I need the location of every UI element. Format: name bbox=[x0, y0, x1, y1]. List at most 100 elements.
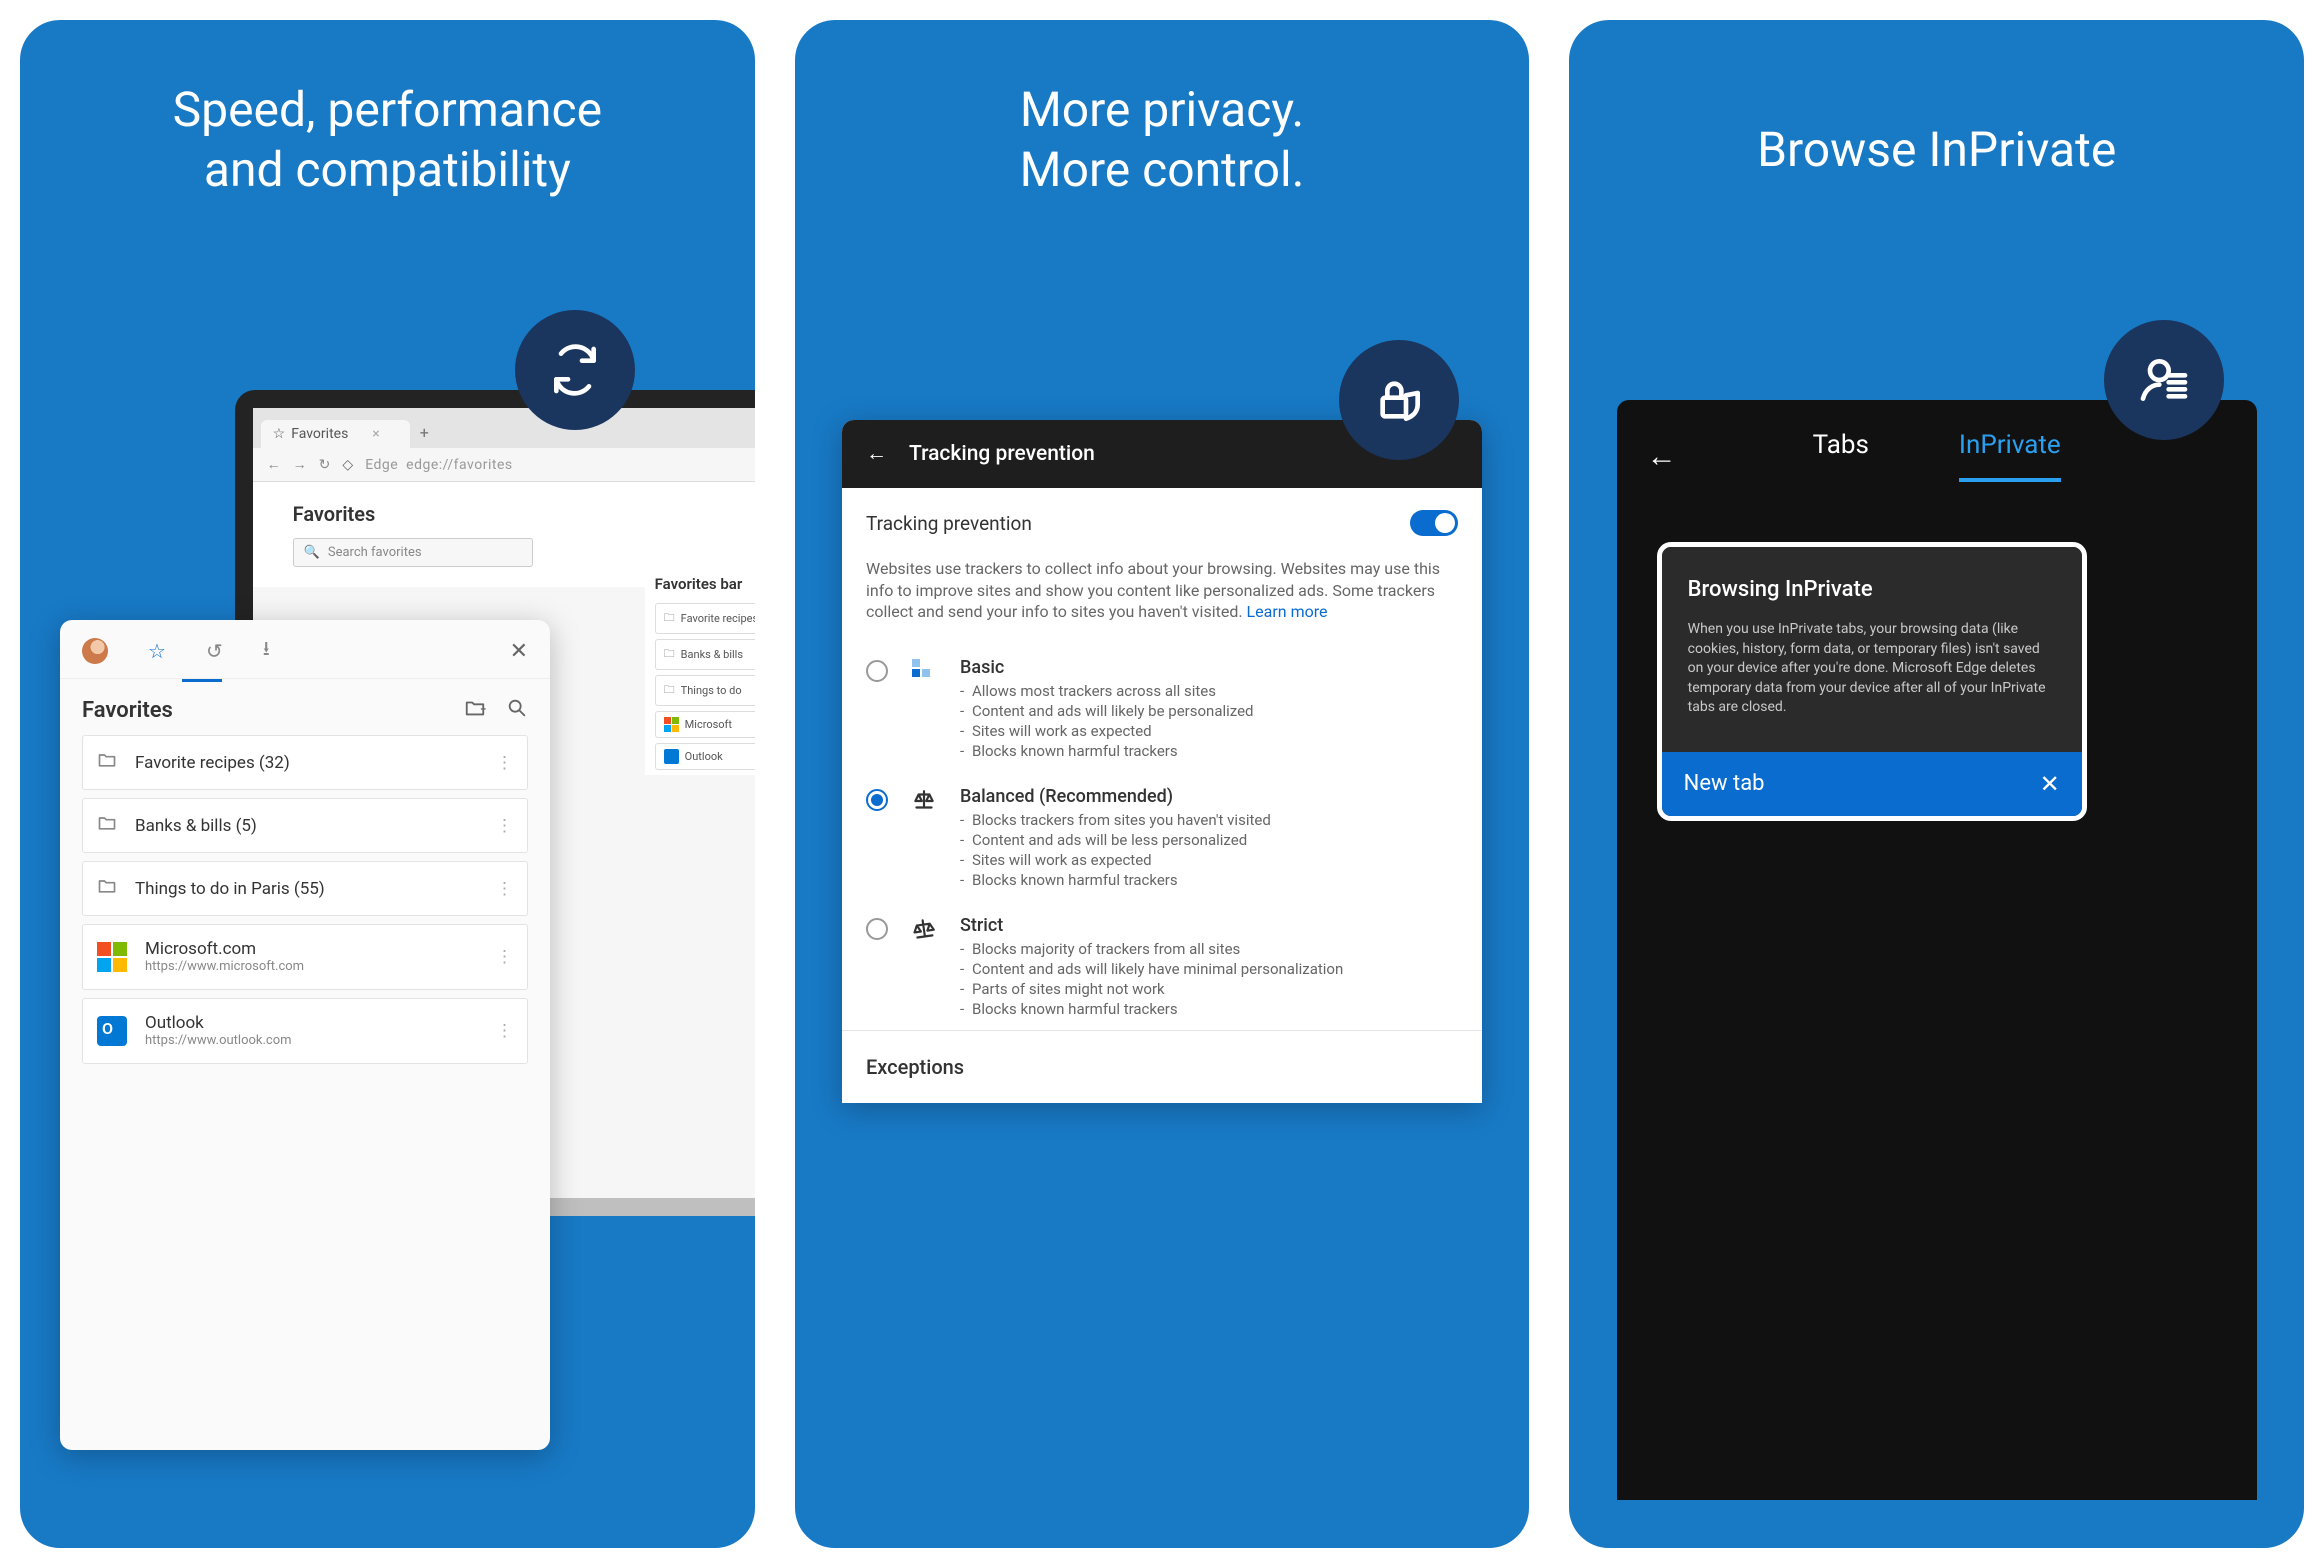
tabs-tab[interactable]: Tabs bbox=[1813, 430, 1869, 482]
more-icon[interactable]: ⋮ bbox=[496, 947, 513, 967]
address-icon: ◇ bbox=[342, 457, 353, 473]
sync-icon bbox=[547, 342, 603, 398]
more-icon[interactable]: ⋮ bbox=[496, 879, 513, 899]
browser-toolbar: ← → ↻ ◇ Edge edge://favorites bbox=[253, 448, 755, 482]
bookmark-row[interactable]: 🗀Things to do bbox=[655, 675, 755, 706]
folder-icon: 🗀 bbox=[664, 645, 675, 664]
tab-close-icon[interactable]: × bbox=[372, 426, 379, 442]
bookmark-row[interactable]: Microsoft bbox=[655, 711, 755, 738]
folder-label: Banks & bills (5) bbox=[135, 816, 257, 836]
folder-icon bbox=[97, 750, 117, 775]
option-bullets: Allows most trackers across all sites Co… bbox=[960, 682, 1458, 760]
bookmarks-bar-heading: Favorites bar bbox=[655, 575, 755, 593]
option-bullets: Blocks trackers from sites you haven't v… bbox=[960, 811, 1458, 889]
search-icon: 🔍 bbox=[304, 545, 320, 560]
option-balanced[interactable]: Balanced (Recommended) Blocks trackers f… bbox=[842, 772, 1482, 901]
close-icon[interactable]: ✕ bbox=[510, 639, 528, 664]
toggle-label: Tracking prevention bbox=[866, 512, 1032, 535]
folder-icon bbox=[97, 876, 117, 901]
inprivate-badge bbox=[2104, 320, 2224, 440]
downloads-tab-icon[interactable]: ⭳ bbox=[263, 634, 270, 668]
more-icon[interactable]: ⋮ bbox=[496, 816, 513, 836]
bookmark-row[interactable]: 🗀Banks & bills bbox=[655, 639, 755, 670]
radio-strict[interactable] bbox=[866, 918, 888, 940]
close-icon[interactable]: ✕ bbox=[2040, 770, 2060, 798]
site-label: Microsoft.com bbox=[145, 939, 304, 959]
card-title: More privacy.More control. bbox=[1020, 80, 1305, 200]
folder-icon: 🗀 bbox=[664, 681, 675, 700]
address-url[interactable]: edge://favorites bbox=[406, 457, 512, 473]
more-icon[interactable]: ⋮ bbox=[496, 753, 513, 773]
favorites-tab-icon[interactable]: ☆ bbox=[148, 639, 166, 663]
refresh-icon[interactable]: ↻ bbox=[319, 457, 331, 473]
mobile-favorites-panel: ☆ ↺ ⭳ ✕ Favorites Favorite recipes (32) … bbox=[60, 620, 550, 1450]
back-icon[interactable]: ← bbox=[1647, 439, 1677, 474]
address-prefix: Edge bbox=[365, 457, 398, 473]
favorite-site[interactable]: Outlookhttps://www.outlook.com ⋮ bbox=[82, 998, 528, 1064]
thumb-footer: New tab ✕ bbox=[1662, 752, 2082, 816]
favorites-heading: Favorites bbox=[293, 502, 737, 526]
microsoft-icon bbox=[97, 942, 127, 972]
option-basic[interactable]: Basic Allows most trackers across all si… bbox=[842, 643, 1482, 772]
browser-tab[interactable]: ☆ Favorites × bbox=[261, 420, 410, 448]
exceptions-row[interactable]: Exceptions bbox=[842, 1030, 1482, 1103]
option-title: Strict bbox=[960, 915, 1458, 936]
inprivate-tab-thumbnail[interactable]: Browsing InPrivate When you use InPrivat… bbox=[1657, 542, 2087, 821]
site-url: https://www.outlook.com bbox=[145, 1033, 292, 1049]
inprivate-panel: ← Tabs InPrivate Browsing InPrivate When… bbox=[1617, 400, 2257, 1500]
thumb-text: When you use InPrivate tabs, your browsi… bbox=[1688, 620, 2056, 718]
card-title: Speed, performanceand compatibility bbox=[173, 80, 602, 200]
back-icon[interactable]: ← bbox=[866, 442, 887, 466]
favorites-search[interactable]: 🔍 Search favorites bbox=[293, 538, 533, 567]
outlook-icon bbox=[97, 1016, 127, 1046]
master-toggle-row[interactable]: Tracking prevention bbox=[842, 488, 1482, 558]
panel-tabbar: ☆ ↺ ⭳ ✕ bbox=[60, 620, 550, 679]
more-icon[interactable]: ⋮ bbox=[496, 1021, 513, 1041]
back-icon[interactable]: ← bbox=[267, 456, 281, 473]
favorite-folder[interactable]: Things to do in Paris (55) ⋮ bbox=[82, 861, 528, 916]
bookmark-row[interactable]: 🗀Favorite recipes bbox=[655, 603, 755, 634]
option-title: Basic bbox=[960, 657, 1458, 678]
search-placeholder: Search favorites bbox=[328, 545, 422, 560]
search-icon[interactable] bbox=[506, 697, 528, 723]
tracking-description: Websites use trackers to collect info ab… bbox=[842, 558, 1482, 643]
bookmark-row[interactable]: Outlook bbox=[655, 743, 755, 770]
favorite-folder[interactable]: Banks & bills (5) ⋮ bbox=[82, 798, 528, 853]
forward-icon[interactable]: → bbox=[293, 456, 307, 473]
site-label: Outlook bbox=[145, 1013, 292, 1033]
inprivate-tab[interactable]: InPrivate bbox=[1959, 430, 2061, 482]
tracking-prevention-panel: ← Tracking prevention Tracking preventio… bbox=[842, 420, 1482, 1103]
radio-basic[interactable] bbox=[866, 660, 888, 682]
new-tab-button[interactable]: + bbox=[410, 417, 439, 448]
avatar[interactable] bbox=[82, 638, 108, 664]
favorite-site[interactable]: Microsoft.comhttps://www.microsoft.com ⋮ bbox=[82, 924, 528, 990]
balanced-icon bbox=[910, 788, 938, 891]
option-strict[interactable]: Strict Blocks majority of trackers from … bbox=[842, 901, 1482, 1030]
add-folder-icon[interactable] bbox=[464, 697, 486, 723]
tab-label: Favorites bbox=[291, 426, 348, 442]
card-title: Browse InPrivate bbox=[1757, 120, 2116, 180]
site-url: https://www.microsoft.com bbox=[145, 959, 304, 975]
star-icon: ☆ bbox=[273, 426, 286, 442]
favorite-folder[interactable]: Favorite recipes (32) ⋮ bbox=[82, 735, 528, 790]
folder-icon: 🗀 bbox=[664, 609, 675, 628]
microsoft-icon bbox=[664, 717, 679, 732]
new-tab-label[interactable]: New tab bbox=[1684, 771, 1765, 796]
lock-shield-icon bbox=[1371, 372, 1427, 428]
promo-card-privacy: More privacy.More control. ← Tracking pr… bbox=[795, 20, 1530, 1548]
folder-label: Favorite recipes (32) bbox=[135, 753, 290, 773]
sync-badge bbox=[515, 310, 635, 430]
toggle-switch[interactable] bbox=[1410, 510, 1458, 536]
basic-icon bbox=[910, 659, 938, 762]
strict-icon bbox=[910, 917, 938, 1020]
history-tab-icon[interactable]: ↺ bbox=[206, 639, 223, 663]
browser-tabstrip: ☆ Favorites × + bbox=[253, 408, 755, 448]
promo-card-inprivate: Browse InPrivate ← Tabs InPrivate Browsi… bbox=[1569, 20, 2304, 1548]
inprivate-icon bbox=[2136, 352, 2192, 408]
folder-icon bbox=[97, 813, 117, 838]
radio-balanced[interactable] bbox=[866, 789, 888, 811]
outlook-icon bbox=[664, 749, 679, 764]
panel-heading: Favorites bbox=[82, 698, 444, 723]
appbar-title: Tracking prevention bbox=[909, 442, 1095, 466]
learn-more-link[interactable]: Learn more bbox=[1247, 602, 1328, 621]
